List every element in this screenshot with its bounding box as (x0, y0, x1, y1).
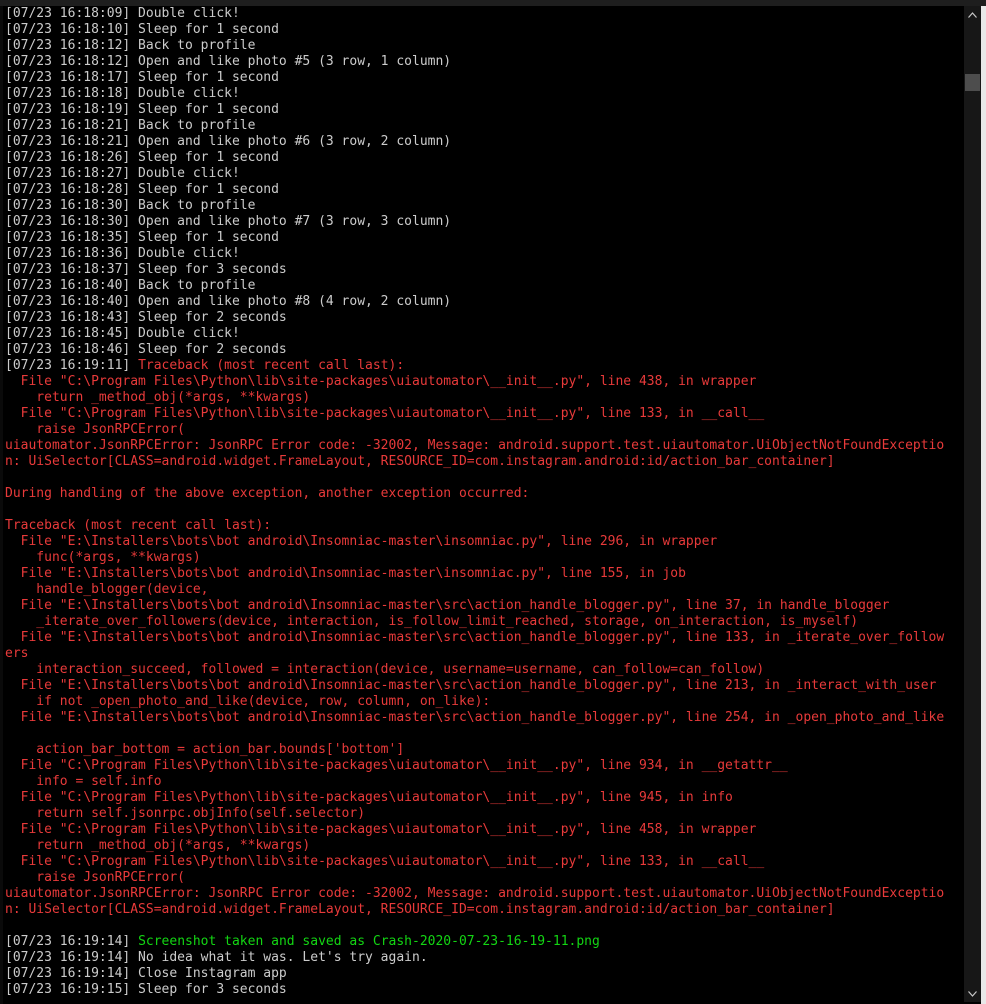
log-line: [07/23 16:18:21] Open and like photo #6 … (5, 134, 452, 149)
log-timestamp: [07/23 16:19:14] (5, 934, 139, 949)
log-line: File "C:\Program Files\Python\lib\site-p… (5, 758, 788, 773)
log-line: [07/23 16:18:46] Sleep for 2 seconds (5, 342, 287, 357)
chevron-up-icon (968, 11, 977, 18)
log-line: [07/23 16:18:40] Back to profile (5, 278, 256, 293)
window-left-edge (0, 6, 3, 1004)
log-line: During handling of the above exception, … (5, 486, 530, 501)
log-line: [07/23 16:19:14] No idea what it was. Le… (5, 950, 428, 965)
log-line: interaction_succeed, followed = interact… (5, 662, 765, 677)
log-line: if not _open_photo_and_like(device, row,… (5, 694, 491, 709)
log-line: [07/23 16:18:36] Double click! (5, 246, 240, 261)
vertical-scrollbar[interactable] (964, 6, 981, 1002)
log-line: [07/23 16:19:15] Sleep for 3 seconds (5, 982, 287, 997)
console-window: [07/23 16:18:09] Double click! [07/23 16:… (0, 0, 986, 1004)
log-line: ers (5, 646, 29, 661)
log-line: File "C:\Program Files\Python\lib\site-p… (5, 790, 733, 805)
log-timestamp: [07/23 16:19:11] (5, 358, 139, 373)
log-line: _iterate_over_followers(device, interact… (5, 614, 859, 629)
log-line: File "C:\Program Files\Python\lib\site-p… (5, 854, 765, 869)
log-line: [07/23 16:18:26] Sleep for 1 second (5, 150, 279, 165)
log-line: return _method_obj(*args, **kwargs) (5, 390, 311, 405)
log-line: File "E:\Installers\bots\bot android\Ins… (5, 598, 890, 613)
log-line: [07/23 16:18:09] Double click! (5, 6, 240, 21)
log-line: info = self.info (5, 774, 162, 789)
log-line: [07/23 16:18:28] Sleep for 1 second (5, 182, 279, 197)
log-line: return self.jsonrpc.objInfo(self.selecto… (5, 806, 366, 821)
log-line: Traceback (most recent call last): (5, 518, 272, 533)
background-window-edge (981, 6, 986, 1004)
scrollbar-thumb[interactable] (965, 74, 980, 91)
log-line: [07/23 16:18:12] Back to profile (5, 38, 256, 53)
log-line: [07/23 16:19:14] Close Instagram app (5, 966, 287, 981)
log-line: File "E:\Installers\bots\bot android\Ins… (5, 566, 686, 581)
log-error-message: Traceback (most recent call last): (138, 358, 405, 373)
log-line: [07/23 16:18:30] Open and like photo #7 … (5, 214, 452, 229)
log-line: [07/23 16:19:11] Traceback (most recent … (5, 358, 963, 374)
log-line: handle_blogger(device, (5, 582, 209, 597)
log-line: n: UiSelector[CLASS=android.widget.Frame… (5, 454, 835, 469)
log-line: File "C:\Program Files\Python\lib\site-p… (5, 406, 765, 421)
log-line: [07/23 16:18:43] Sleep for 2 seconds (5, 310, 287, 325)
log-line: [07/23 16:18:30] Back to profile (5, 198, 256, 213)
log-line: raise JsonRPCError( (5, 422, 186, 437)
log-line: uiautomator.JsonRPCError: JsonRPC Error … (5, 886, 945, 901)
log-line: File "C:\Program Files\Python\lib\site-p… (5, 822, 757, 837)
log-line: n: UiSelector[CLASS=android.widget.Frame… (5, 902, 835, 917)
log-line: File "E:\Installers\bots\bot android\Ins… (5, 710, 945, 725)
scroll-down-button[interactable] (964, 985, 981, 1002)
log-line: uiautomator.JsonRPCError: JsonRPC Error … (5, 438, 945, 453)
log-line: File "E:\Installers\bots\bot android\Ins… (5, 678, 937, 693)
log-line: [07/23 16:18:45] Double click! (5, 326, 240, 341)
chevron-down-icon (968, 990, 977, 997)
log-line: raise JsonRPCError( (5, 870, 186, 885)
log-line: [07/23 16:18:10] Sleep for 1 second (5, 22, 279, 37)
log-line: [07/23 16:18:27] Double click! (5, 166, 240, 181)
log-line: return _method_obj(*args, **kwargs) (5, 838, 311, 853)
log-line: func(*args, **kwargs) (5, 550, 201, 565)
log-line: [07/23 16:18:35] Sleep for 1 second (5, 230, 279, 245)
log-line: [07/23 16:18:40] Open and like photo #8 … (5, 294, 452, 309)
log-line: action_bar_bottom = action_bar.bounds['b… (5, 742, 405, 757)
log-line: File "E:\Installers\bots\bot android\Ins… (5, 534, 718, 549)
scroll-up-button[interactable] (964, 6, 981, 23)
log-line: [07/23 16:18:18] Double click! (5, 86, 240, 101)
log-line: [07/23 16:18:17] Sleep for 1 second (5, 70, 279, 85)
log-line: [07/23 16:19:14] Screenshot taken and sa… (5, 934, 963, 950)
log-line: [07/23 16:18:19] Sleep for 1 second (5, 102, 279, 117)
log-line: File "C:\Program Files\Python\lib\site-p… (5, 374, 757, 389)
log-success-message: Screenshot taken and saved as Crash-2020… (138, 934, 600, 949)
console-output[interactable]: [07/23 16:18:09] Double click! [07/23 16:… (5, 6, 963, 1002)
log-line: [07/23 16:18:21] Back to profile (5, 118, 256, 133)
log-line: File "E:\Installers\bots\bot android\Ins… (5, 630, 945, 645)
log-line: [07/23 16:18:12] Open and like photo #5 … (5, 54, 452, 69)
log-line: [07/23 16:18:37] Sleep for 3 seconds (5, 262, 287, 277)
